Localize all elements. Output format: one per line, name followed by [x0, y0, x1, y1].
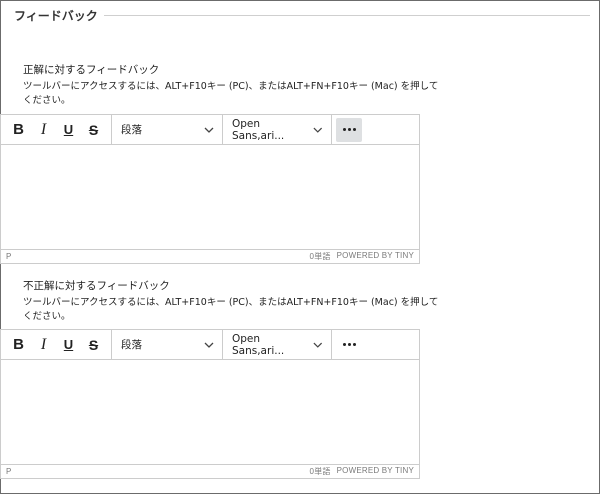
- legend-divider: [103, 15, 590, 16]
- font-family-select[interactable]: Open Sans,ari...: [223, 115, 332, 144]
- block-format-select[interactable]: 段落: [112, 115, 223, 144]
- more-toolbar-button[interactable]: [336, 333, 362, 357]
- word-count[interactable]: 0単語: [310, 251, 331, 262]
- font-family-value: Open Sans,ari...: [232, 117, 285, 142]
- element-path[interactable]: P: [6, 252, 11, 261]
- block-format-value: 段落: [121, 124, 142, 136]
- strikethrough-button[interactable]: S: [81, 333, 106, 357]
- italic-button[interactable]: I: [31, 118, 56, 142]
- font-family-value: Open Sans,ari...: [232, 332, 285, 357]
- element-path[interactable]: P: [6, 467, 11, 476]
- more-horizontal-icon: [342, 128, 356, 131]
- underline-button[interactable]: U: [56, 118, 81, 142]
- format-group: B I U S: [1, 115, 112, 144]
- more-toolbar-button[interactable]: [336, 117, 362, 142]
- underline-button[interactable]: U: [56, 333, 81, 357]
- more-horizontal-icon: [342, 343, 356, 346]
- incorrect-feedback-editor: B I U S 段落 Open Sans,ari... P 0単語 POWERE…: [0, 329, 420, 479]
- bold-button[interactable]: B: [6, 333, 31, 357]
- format-group: B I U S: [1, 330, 112, 359]
- italic-button[interactable]: I: [31, 333, 56, 357]
- correct-feedback-editor: B I U S 段落 Open Sans,ari... P 0単語 POWERE…: [0, 114, 420, 264]
- word-count[interactable]: 0単語: [310, 466, 331, 477]
- chevron-down-icon: [204, 127, 214, 133]
- bold-button[interactable]: B: [6, 118, 31, 142]
- fieldset-legend: フィードバック: [14, 6, 590, 24]
- editor-statusbar: P 0単語 POWERED BY TINY: [1, 249, 419, 263]
- editor-statusbar: P 0単語 POWERED BY TINY: [1, 464, 419, 478]
- powered-by-link[interactable]: POWERED BY TINY: [337, 251, 414, 262]
- toolbar-help-text: ツールバーにアクセスするには、ALT+F10キー (PC)、またはALT+FN+…: [23, 297, 439, 322]
- editor-toolbar: B I U S 段落 Open Sans,ari...: [1, 115, 419, 145]
- chevron-down-icon: [204, 342, 214, 348]
- editor-toolbar: B I U S 段落 Open Sans,ari...: [1, 330, 419, 360]
- incorrect-feedback-label: 不正解に対するフィードバック: [23, 280, 170, 292]
- editor-content-area[interactable]: [1, 360, 419, 464]
- correct-feedback-section: 正解に対するフィードバック ツールバーにアクセスするには、ALT+F10キー (…: [23, 63, 443, 108]
- powered-by-link[interactable]: POWERED BY TINY: [337, 466, 414, 477]
- chevron-down-icon: [313, 342, 323, 348]
- legend-title: フィードバック: [14, 8, 98, 23]
- block-format-value: 段落: [121, 339, 142, 351]
- block-format-select[interactable]: 段落: [112, 330, 223, 359]
- chevron-down-icon: [313, 127, 323, 133]
- strikethrough-button[interactable]: S: [81, 118, 106, 142]
- editor-content-area[interactable]: [1, 145, 419, 249]
- toolbar-help-text: ツールバーにアクセスするには、ALT+F10キー (PC)、またはALT+FN+…: [23, 81, 439, 106]
- correct-feedback-label: 正解に対するフィードバック: [23, 64, 160, 76]
- incorrect-feedback-section: 不正解に対するフィードバック ツールバーにアクセスするには、ALT+F10キー …: [23, 279, 443, 324]
- font-family-select[interactable]: Open Sans,ari...: [223, 330, 332, 359]
